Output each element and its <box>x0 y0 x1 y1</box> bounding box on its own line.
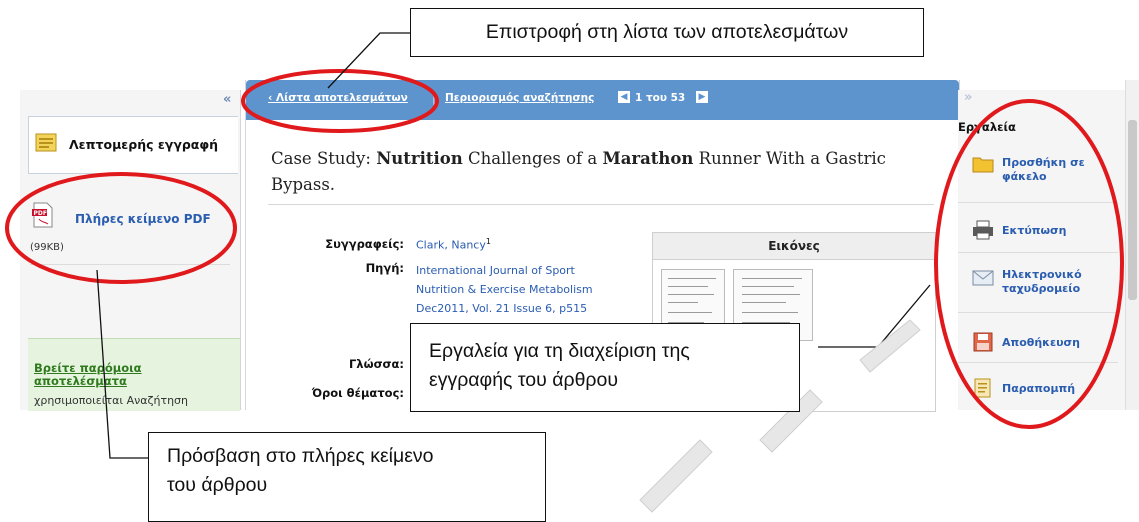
cite-button[interactable]: Παραπομπή <box>972 378 1122 400</box>
next-result-button[interactable]: ▶ <box>696 91 708 103</box>
previous-result-button[interactable]: ◀ <box>618 91 630 103</box>
author-link[interactable]: Clark, Nancy1 <box>416 237 491 252</box>
header-separator: | <box>432 92 436 105</box>
citation-icon <box>974 378 991 398</box>
print-label: Εκτύπωση <box>1002 224 1067 237</box>
images-header: Εικόνες <box>653 233 935 260</box>
article-title: Case Study: Nutrition Challenges of a Ma… <box>271 149 886 194</box>
detailed-record-label: Λεπτομερής εγγραφή <box>69 137 219 152</box>
refine-search-link[interactable]: Περιορισμός αναζήτησης <box>445 92 594 104</box>
add-to-folder-label: Προσθήκη σε φάκελο <box>1002 156 1085 183</box>
callout-line: εγγραφής του άρθρου <box>429 369 619 391</box>
images-title: Εικόνες <box>768 239 820 253</box>
save-button[interactable]: Αποθήκευση <box>972 332 1122 354</box>
callout-line: Εργαλεία για τη διαχείριση της <box>429 340 690 362</box>
divider <box>30 264 230 265</box>
tools-title: Εργαλεία <box>958 120 1016 134</box>
divider <box>958 252 1118 253</box>
pdf-full-text-link[interactable]: Πλήρες κείμενο PDF <box>75 212 211 226</box>
detailed-record-tab[interactable]: Λεπτομερής εγγραφή <box>28 116 238 174</box>
result-navigation-bar: ‹ Λίστα αποτελεσμάτων | Περιορισμός αναζ… <box>246 80 959 120</box>
pdf-size: (99KB) <box>30 242 64 253</box>
authors-label: Συγγραφείς: <box>325 237 404 251</box>
collapse-right-button[interactable]: » <box>964 90 972 105</box>
svg-text:PDF: PDF <box>34 210 47 217</box>
save-icon <box>973 332 993 352</box>
left-sidebar: « Λεπτομερής εγγραφή PDF Πλήρες κείμενο … <box>20 90 241 411</box>
watermark-mark <box>639 439 713 513</box>
save-label: Αποθήκευση <box>1002 336 1080 349</box>
fulltext-callout: Πρόσβαση στο πλήρες κείμενο του άρθρου <box>148 432 546 522</box>
email-button[interactable]: Ηλεκτρονικό ταχυδρομείο <box>972 268 1122 302</box>
result-position: 1 του 53 <box>635 92 686 104</box>
subject-terms-label: Όροι θέματος: <box>311 386 404 400</box>
back-to-results-callout: Επιστροφή στη λίστα των αποτελεσμάτων <box>410 8 924 57</box>
tools-callout: Εργαλεία για τη διαχείριση της εγγραφής … <box>410 323 800 412</box>
detailed-record-icon <box>35 133 57 152</box>
source-label: Πηγή: <box>365 261 404 275</box>
divider <box>958 362 1118 363</box>
folder-icon <box>972 157 994 173</box>
similar-results-text: χρησιμοποιείται Αναζήτηση <box>34 394 188 407</box>
language-label: Γλώσσα: <box>348 357 404 371</box>
email-label: Ηλεκτρονικό ταχυδρομείο <box>1002 268 1082 295</box>
vertical-scrollbar[interactable] <box>1125 80 1139 410</box>
callout-line: του άρθρου <box>167 474 268 496</box>
scrollbar-thumb[interactable] <box>1128 120 1137 300</box>
pdf-icon[interactable]: PDF <box>32 202 54 228</box>
collapse-left-button[interactable]: « <box>223 92 231 107</box>
print-button[interactable]: Εκτύπωση <box>972 220 1122 242</box>
divider <box>268 204 934 205</box>
printer-icon <box>973 220 993 240</box>
source-link[interactable]: International Journal of Sport Nutrition… <box>416 261 606 318</box>
callout-line: Πρόσβαση στο πλήρες κείμενο <box>167 445 434 467</box>
envelope-icon <box>972 270 994 286</box>
divider <box>958 312 1118 313</box>
divider <box>958 202 1118 203</box>
find-similar-link[interactable]: Βρείτε παρόμοια αποτελέσματα <box>34 362 224 388</box>
add-to-folder-button[interactable]: Προσθήκη σε φάκελο <box>972 152 1122 192</box>
cite-label: Παραπομπή <box>1002 382 1076 395</box>
tools-sidebar: » Εργαλεία Προσθήκη σε φάκελο Εκτύπωση Η… <box>958 90 1128 410</box>
back-to-results-link[interactable]: ‹ Λίστα αποτελεσμάτων <box>268 92 408 104</box>
